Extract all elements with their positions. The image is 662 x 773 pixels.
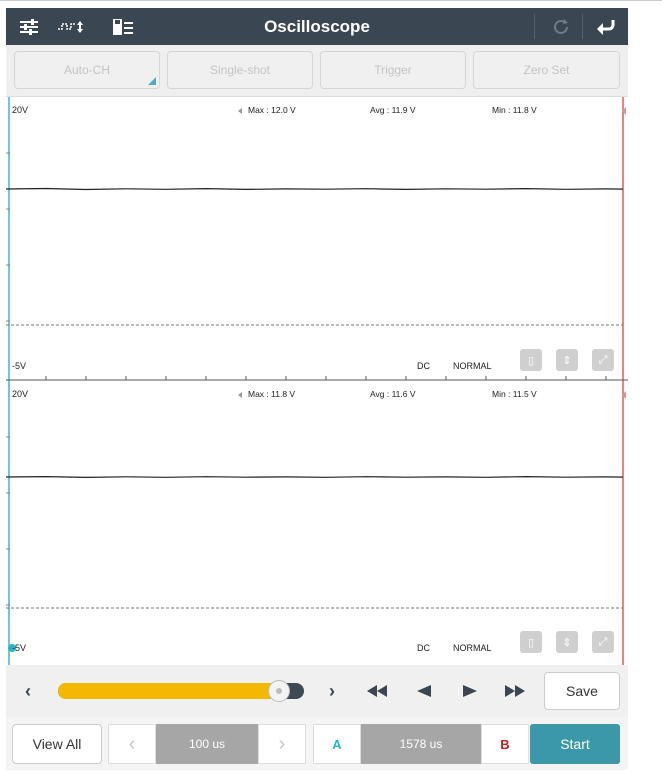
channel-1-panel[interactable]: 20V Max : 12.0 V Avg : 11.9 V Min : 11.8… (6, 97, 628, 381)
single-shot-button[interactable]: Single-shot (167, 51, 313, 89)
left-arrow-icon (238, 107, 242, 114)
channel-2-top-label: 20V (12, 389, 29, 399)
mode-button-row: Auto-CH Single-shot Trigger Zero Set (6, 45, 628, 97)
start-button[interactable]: Start (530, 724, 620, 764)
chevron-right-icon: › (329, 680, 335, 701)
chevron-left-icon: ‹ (128, 732, 136, 755)
step-back-button[interactable] (412, 679, 436, 703)
rewind-button[interactable] (364, 679, 390, 703)
left-arrow-icon (238, 391, 242, 398)
cursor-b-button[interactable]: B (481, 724, 529, 764)
lock-icon: ▯ (527, 636, 535, 649)
playback-slider[interactable] (58, 680, 304, 702)
playback-slider-knob[interactable] (268, 680, 290, 702)
channel-2-fullscreen-button[interactable]: ⤢ (592, 631, 614, 653)
channel-2-max: Max : 11.8 V (238, 389, 295, 399)
right-cursor-marker-icon[interactable] (622, 391, 626, 399)
channel-2-graph (6, 381, 624, 665)
channel-2-mode: NORMAL (453, 643, 492, 653)
channel-1-max: Max : 12.0 V (238, 105, 296, 115)
channel-1-avg: Avg : 11.9 V (370, 105, 416, 115)
single-shot-label: Single-shot (209, 63, 271, 77)
expand-icon: ⤢ (598, 635, 608, 648)
view-all-button[interactable]: View All (12, 724, 102, 764)
step-backward-icon (417, 685, 431, 697)
channel-2-min: Min : 11.5 V (492, 389, 537, 399)
right-cursor-marker-icon[interactable] (622, 107, 626, 115)
trigger-button[interactable]: Trigger (320, 51, 466, 89)
fast-forward-icon (505, 685, 525, 697)
channel-2-avg: Avg : 11.6 V (370, 389, 416, 399)
title-bar: Oscilloscope (6, 8, 628, 45)
oscilloscope-app: Oscilloscope Auto-CH Single-shot Trigger… (0, 0, 662, 773)
channel-1-min: Min : 11.8 V (492, 105, 537, 115)
timebase-value: 100 us (156, 724, 258, 764)
scroll-left-button[interactable]: ‹ (16, 679, 40, 703)
zero-set-label: Zero Set (523, 63, 570, 77)
fast-forward-button[interactable] (502, 679, 528, 703)
toolbar-divider (534, 14, 535, 39)
expand-icon: ⤢ (598, 353, 608, 366)
playback-bar: ‹ › Save (6, 665, 628, 717)
channel-1-mode: NORMAL (453, 361, 492, 371)
back-arrow-icon[interactable] (590, 8, 622, 45)
channel-1-fullscreen-button[interactable]: ⤢ (592, 349, 614, 371)
scroll-right-button[interactable]: › (320, 679, 344, 703)
vertical-arrows-icon: ⇕ (562, 636, 572, 649)
channel-1-graph (6, 97, 628, 381)
channel-2-max-value: Max : 11.8 V (248, 389, 296, 399)
dropdown-corner-icon (148, 77, 156, 85)
cursor-delta-value: 1578 us (361, 724, 481, 764)
fast-backward-icon (367, 685, 387, 697)
channel-1-top-label: 20V (12, 105, 29, 115)
step-forward-icon (463, 685, 477, 697)
channel-1-scale-button[interactable]: ⇕ (556, 349, 578, 371)
channel-1-coupling: DC (417, 361, 430, 371)
zero-set-button[interactable]: Zero Set (473, 51, 620, 89)
timebase-increase-button[interactable]: › (258, 724, 306, 764)
channel-2-bottom-label: -5V (12, 643, 27, 653)
chevron-left-icon: ‹ (25, 680, 31, 701)
channel-2-scale-button[interactable]: ⇕ (556, 631, 578, 653)
step-forward-button[interactable] (458, 679, 482, 703)
lock-icon: ▯ (527, 354, 535, 367)
auto-ch-label: Auto-CH (63, 63, 110, 77)
save-button[interactable]: Save (544, 672, 620, 710)
playback-slider-fill (58, 683, 279, 699)
channel-2-lock-button[interactable]: ▯ (520, 631, 542, 653)
view-all-label: View All (32, 736, 82, 752)
bottom-control-bar: View All ‹ 100 us › A 1578 us B Start (6, 717, 628, 770)
channel-1-lock-button[interactable]: ▯ (520, 349, 542, 371)
save-label: Save (566, 683, 598, 699)
chevron-right-icon: › (278, 732, 286, 755)
channel-2-panel[interactable]: 20V Max : 11.8 V Avg : 11.6 V Min : 11.5… (6, 381, 628, 665)
refresh-icon[interactable] (546, 8, 576, 45)
toolbar-divider (582, 14, 583, 39)
vertical-arrows-icon: ⇕ (562, 354, 572, 367)
trigger-label: Trigger (374, 63, 412, 77)
channel-1-max-value: Max : 12.0 V (248, 105, 296, 115)
channel-2-coupling: DC (417, 643, 430, 653)
auto-ch-button[interactable]: Auto-CH (14, 51, 160, 89)
cursor-a-button[interactable]: A (313, 724, 361, 764)
timebase-decrease-button[interactable]: ‹ (108, 724, 156, 764)
channel-1-bottom-label: -5V (12, 361, 27, 371)
